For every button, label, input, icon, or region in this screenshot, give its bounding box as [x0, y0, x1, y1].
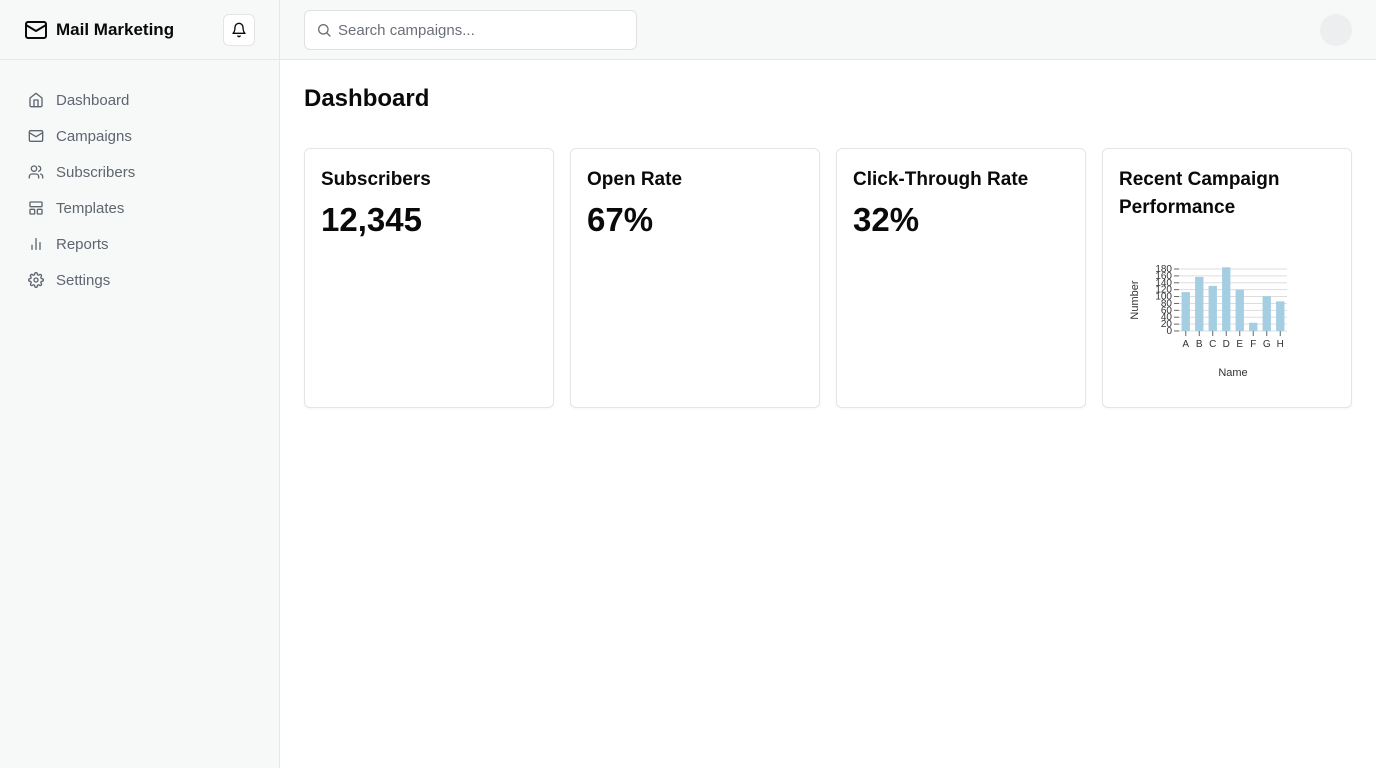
search-input[interactable] [338, 21, 628, 39]
chart-bar [1235, 289, 1244, 331]
sidebar-nav: Dashboard Campaigns Subscribers Template… [0, 60, 279, 298]
x-tick-label: E [1236, 339, 1243, 350]
x-axis-label: Name [1218, 367, 1247, 379]
sidebar-item-label: Subscribers [56, 163, 136, 181]
search-icon [316, 22, 332, 38]
card-title: Subscribers [321, 169, 431, 190]
sidebar-item-label: Dashboard [56, 91, 130, 109]
notifications-button[interactable] [223, 14, 255, 46]
x-tick-label: F [1250, 339, 1256, 350]
card-title: Recent Campaign Performance [1119, 169, 1280, 218]
brand-header: Mail Marketing [0, 0, 279, 60]
open-rate-card: Open Rate 67% [570, 148, 820, 408]
layout-icon [28, 200, 44, 216]
subscribers-card: Subscribers 12,345 [304, 148, 554, 408]
x-tick-label: G [1263, 339, 1271, 350]
sidebar-item-subscribers[interactable]: Subscribers [16, 154, 263, 190]
sidebar-item-dashboard[interactable]: Dashboard [16, 82, 263, 118]
card-title: Click-Through Rate [853, 169, 1029, 190]
chart-bar [1262, 296, 1271, 331]
chart-bar [1181, 292, 1190, 331]
bar-chart-icon [28, 236, 44, 252]
users-icon [28, 164, 44, 180]
search-box [304, 10, 637, 50]
sidebar-item-templates[interactable]: Templates [16, 190, 263, 226]
sidebar-item-campaigns[interactable]: Campaigns [16, 118, 263, 154]
app-title: Mail Marketing [56, 19, 175, 39]
user-avatar[interactable] [1320, 14, 1352, 46]
chart-bar [1208, 285, 1217, 331]
click-through-rate-card: Click-Through Rate 32% [836, 148, 1086, 408]
y-axis-label: Number [1129, 280, 1141, 319]
card-value: 32% [853, 201, 920, 238]
sidebar-item-label: Reports [56, 235, 109, 253]
x-tick-label: B [1196, 339, 1203, 350]
x-tick-label: A [1182, 339, 1189, 350]
top-bar [280, 0, 1376, 60]
card-title: Open Rate [587, 169, 683, 190]
chart-bar [1222, 267, 1231, 331]
x-tick-label: C [1209, 339, 1216, 350]
chart-bar [1249, 322, 1258, 331]
sidebar-item-settings[interactable]: Settings [16, 262, 263, 298]
card-value: 67% [587, 201, 654, 238]
sidebar: Mail Marketing Dashboard Campaigns Subsc… [0, 0, 280, 768]
x-tick-label: H [1277, 339, 1284, 350]
sidebar-item-label: Settings [56, 271, 111, 289]
home-icon [28, 92, 44, 108]
y-tick-label: 180 [1155, 264, 1172, 275]
sidebar-item-label: Templates [56, 199, 125, 217]
main-content: Dashboard Subscribers 12,345 Open Rate 6… [280, 60, 1376, 768]
campaign-performance-chart: 020406080100120140160180A B C D E F G HNameNumb… [1129, 264, 1287, 379]
card-value: 12,345 [321, 201, 422, 238]
mail-logo-icon [24, 18, 48, 42]
gear-icon [28, 272, 44, 288]
sidebar-item-reports[interactable]: Reports [16, 226, 263, 262]
sidebar-item-label: Campaigns [56, 127, 132, 145]
chart-bar [1276, 301, 1285, 331]
bell-icon [231, 22, 247, 38]
chart-bar [1195, 276, 1204, 331]
campaign-performance-card: Recent Campaign Performance 0 20 40 60 80 100… [1102, 148, 1352, 408]
x-tick-label: D [1223, 339, 1230, 350]
mail-icon [28, 128, 44, 144]
page-title: Dashboard [304, 85, 430, 112]
